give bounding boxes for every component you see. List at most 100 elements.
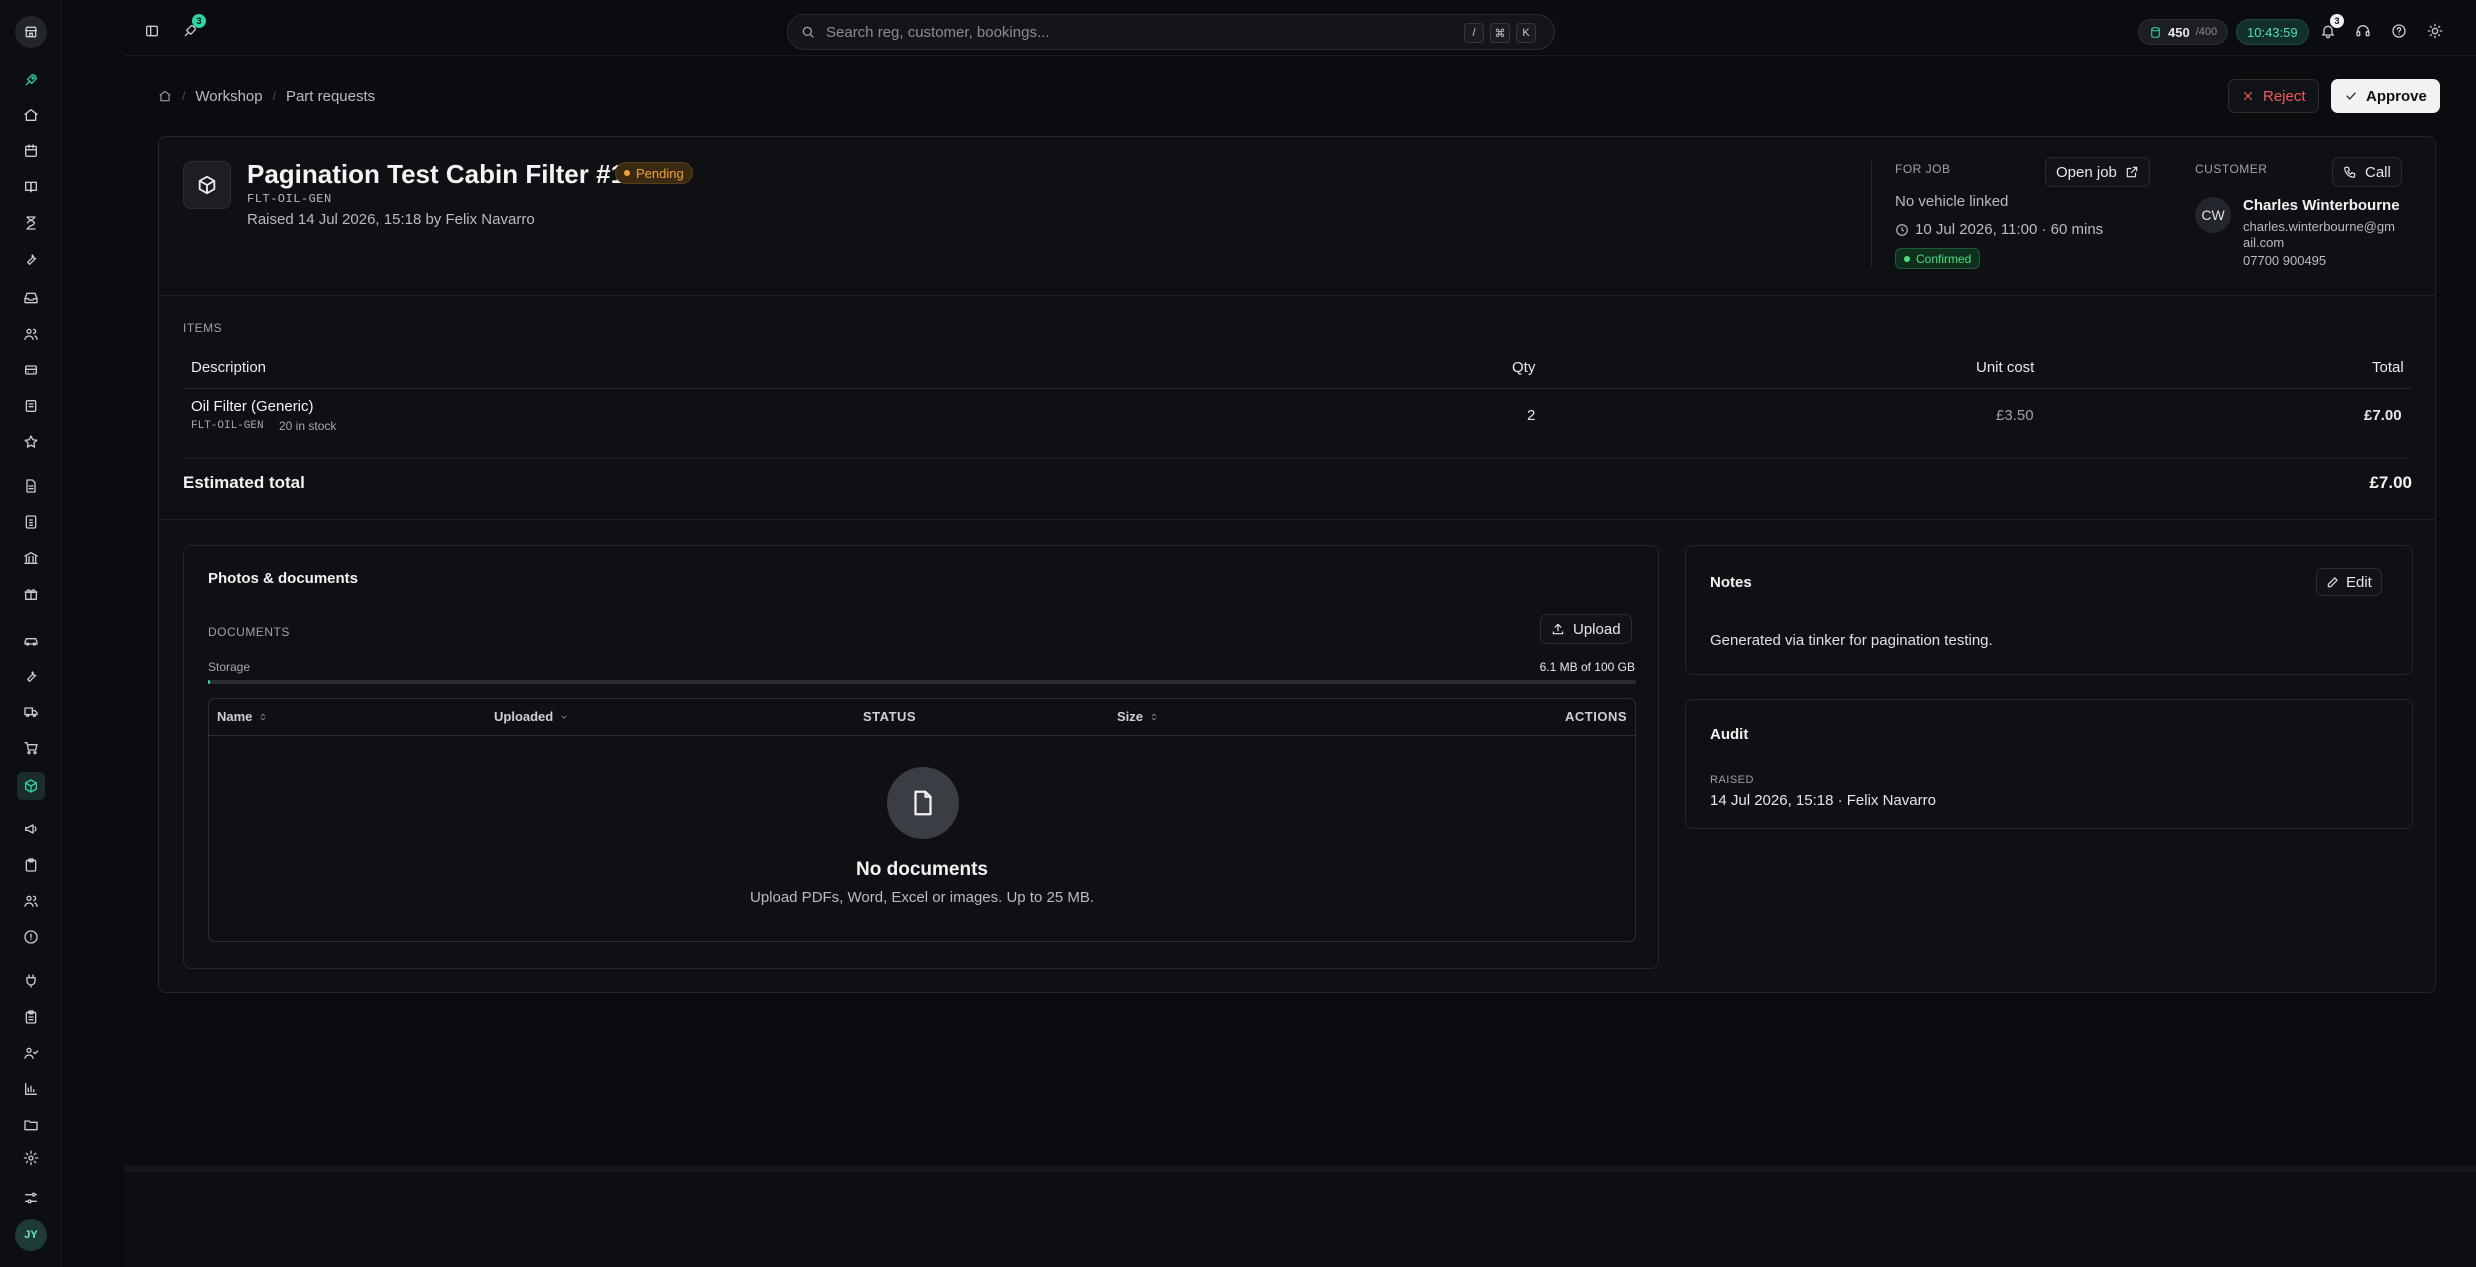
customer-email-2[interactable]: ail.com — [2243, 235, 2284, 250]
sidebar: JY — [0, 0, 62, 1267]
open-job-button[interactable]: Open job — [2045, 157, 2150, 187]
clipboard-icon[interactable] — [19, 853, 43, 877]
rocket-icon[interactable] — [19, 68, 43, 92]
notifications-badge: 3 — [2330, 14, 2344, 28]
user-avatar[interactable]: JY — [15, 1219, 47, 1251]
sort-icon — [1151, 712, 1157, 721]
inbox-icon[interactable] — [19, 286, 43, 310]
bar-chart-icon[interactable] — [19, 1077, 43, 1101]
star-icon[interactable] — [19, 430, 43, 454]
headset-icon[interactable] — [2349, 17, 2377, 45]
gift-icon[interactable] — [19, 582, 43, 606]
item-total: £7.00 — [2364, 407, 2402, 424]
user-check-icon[interactable] — [19, 1041, 43, 1065]
section-divider — [159, 519, 2435, 520]
users-icon[interactable] — [19, 322, 43, 346]
calendar-icon[interactable] — [19, 139, 43, 163]
package-icon[interactable] — [17, 772, 45, 800]
invoice-icon[interactable] — [19, 510, 43, 534]
sliders-icon[interactable] — [19, 1186, 43, 1210]
status-badge-label: Pending — [636, 165, 684, 181]
storage-bar — [208, 680, 1636, 684]
empty-text: Upload PDFs, Word, Excel or images. Up t… — [749, 889, 1095, 906]
settings-icon[interactable] — [19, 1146, 43, 1170]
page-title: Pagination Test Cabin Filter #142 — [247, 159, 654, 189]
team-icon[interactable] — [19, 889, 43, 913]
call-label: Call — [2365, 163, 2391, 181]
theme-toggle-icon[interactable] — [2421, 17, 2449, 45]
home-icon[interactable] — [19, 103, 43, 127]
crumb-separator: / — [272, 89, 276, 103]
audit-title: Audit — [1710, 726, 1749, 743]
hourglass-icon[interactable] — [19, 211, 43, 235]
sort-icon — [261, 712, 266, 721]
storage-label: Storage — [208, 660, 251, 674]
doc-col-uploaded[interactable]: Uploaded — [494, 709, 569, 724]
customer-email-1[interactable]: charles.winterbourne@gm — [2243, 219, 2395, 234]
cart-icon[interactable] — [19, 736, 43, 760]
estimated-total-value: £7.00 — [2369, 473, 2412, 492]
item-qty: 2 — [1527, 407, 1536, 424]
external-link-icon — [2126, 166, 2138, 178]
job-vehicle: No vehicle linked — [1895, 193, 2009, 210]
kbd-slash: / — [1464, 23, 1484, 43]
plugin-icon[interactable] — [19, 969, 43, 993]
pencil-icon — [2327, 577, 2338, 588]
for-job-label: FOR JOB — [1895, 162, 1951, 176]
megaphone-icon[interactable] — [19, 817, 43, 841]
open-job-label: Open job — [2056, 163, 2117, 181]
part-code: FLT-OIL-GEN — [247, 192, 332, 206]
empty-document-icon — [887, 767, 959, 839]
tools-icon[interactable] — [19, 664, 43, 688]
edit-notes-button[interactable]: Edit — [2316, 568, 2382, 596]
truck-icon[interactable] — [19, 700, 43, 724]
receipt-icon[interactable] — [19, 394, 43, 418]
customer-phone[interactable]: 07700 900495 — [2243, 253, 2326, 268]
checklist-icon[interactable] — [19, 1005, 43, 1029]
sidebar-toggle-icon[interactable] — [138, 17, 166, 45]
doc-col-size[interactable]: Size — [1117, 709, 1159, 724]
kbd-cmd: ⌘ — [1490, 23, 1510, 43]
empty-title: No documents — [856, 859, 988, 880]
bank-icon[interactable] — [19, 546, 43, 570]
top-bar: 3 Search reg, customer, bookings... / ⌘ … — [124, 0, 2476, 56]
upload-button[interactable]: Upload — [1540, 614, 1632, 644]
info-icon[interactable] — [19, 925, 43, 949]
wrench-icon[interactable] — [19, 247, 43, 271]
store-logo-icon[interactable] — [15, 16, 47, 48]
customer-name[interactable]: Charles Winterbourne — [2243, 197, 2400, 214]
col-unit-cost: Unit cost — [1976, 359, 2035, 376]
kbd-k: K — [1516, 23, 1536, 43]
col-qty: Qty — [1512, 359, 1536, 376]
car-icon[interactable] — [19, 628, 43, 652]
notes-title: Notes — [1710, 574, 1752, 591]
approve-button[interactable]: Approve — [2331, 79, 2440, 113]
chevron-down-icon — [561, 714, 568, 719]
car-service-icon[interactable] — [19, 358, 43, 382]
search-placeholder: Search reg, customer, bookings... — [826, 23, 1050, 41]
items-label: ITEMS — [183, 321, 223, 335]
crumb-part-requests[interactable]: Part requests — [286, 88, 375, 105]
item-unit-cost: £3.50 — [1996, 407, 2034, 424]
storage-value: 6.1 MB of 100 GB — [1539, 660, 1635, 674]
credits-pill[interactable]: 450 /400 — [2138, 19, 2229, 45]
header-divider — [1871, 161, 1872, 267]
customer-label: CUSTOMER — [2195, 162, 2268, 176]
reject-button[interactable]: Reject — [2228, 79, 2319, 113]
book-icon[interactable] — [19, 175, 43, 199]
section-divider — [159, 295, 2435, 296]
document-icon[interactable] — [19, 474, 43, 498]
help-icon[interactable] — [2385, 17, 2413, 45]
edit-label: Edit — [2346, 573, 2372, 591]
home-crumb-icon[interactable] — [158, 89, 172, 103]
doc-col-name[interactable]: Name — [217, 709, 268, 724]
crumb-workshop[interactable]: Workshop — [195, 88, 262, 105]
notes-panel: Notes Edit Generated via tinker for pagi… — [1685, 545, 2413, 675]
crumb-separator: / — [182, 89, 186, 103]
search-input[interactable]: Search reg, customer, bookings... / ⌘ K — [787, 14, 1555, 50]
clock-pill: 10:43:59 — [2236, 19, 2309, 45]
raised-line: Raised 14 Jul 2026, 15:18 by Felix Navar… — [247, 211, 535, 228]
call-button[interactable]: Call — [2332, 157, 2402, 187]
search-icon — [802, 26, 814, 38]
folder-icon[interactable] — [19, 1113, 43, 1137]
